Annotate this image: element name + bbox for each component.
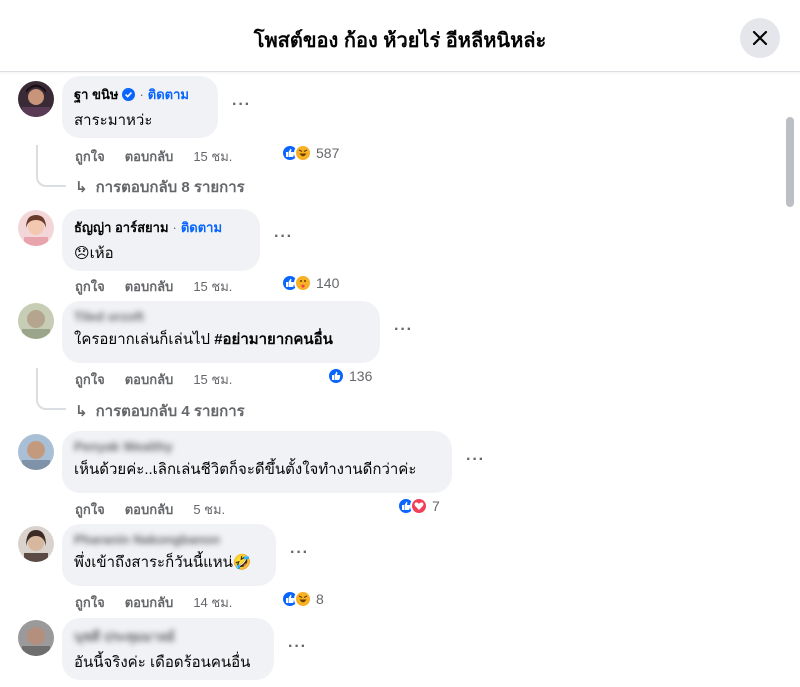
like-button[interactable]: ถูกใจ: [75, 276, 105, 297]
close-icon: [752, 30, 768, 46]
timestamp[interactable]: 15 ชม.: [193, 369, 232, 390]
reaction-summary[interactable]: 587: [281, 144, 339, 162]
reaction-summary[interactable]: 136: [327, 367, 372, 385]
reply-button[interactable]: ตอบกลับ: [125, 499, 174, 520]
haha-reaction-icon: [294, 590, 312, 608]
reply-button[interactable]: ตอบกลับ: [125, 146, 174, 167]
like-button[interactable]: ถูกใจ: [75, 369, 105, 390]
scrollbar-thumb[interactable]: [786, 117, 794, 207]
comment-bubble: ธัญญ่า อาร์สยาม · ติดตาม 😞เห้อ: [62, 209, 260, 271]
haha-reaction-icon: [294, 144, 312, 162]
avatar[interactable]: [18, 81, 54, 117]
verified-badge-icon: [122, 88, 136, 101]
reaction-count: 8: [316, 591, 324, 607]
avatar[interactable]: [18, 210, 54, 246]
timestamp[interactable]: 5 ชม.: [193, 499, 225, 520]
sad-emoji-icon: 😞: [74, 245, 90, 262]
comment-text: เห้อ: [89, 245, 114, 262]
more-options-button[interactable]: ···: [466, 451, 485, 469]
reaction-count: 587: [316, 145, 340, 161]
reply-arrow-icon: ↳: [75, 179, 88, 196]
timestamp[interactable]: 15 ชม.: [193, 276, 232, 297]
view-replies-button[interactable]: ↳ การตอบกลับ 4 รายการ: [75, 399, 245, 423]
view-replies-button[interactable]: ↳ การตอบกลับ 8 รายการ: [75, 175, 245, 199]
comment-bubble: Pharanin Nakongbanon พึ่งเข้าถึงสาระก็วั…: [62, 524, 276, 586]
more-options-button[interactable]: ···: [232, 96, 251, 114]
avatar[interactable]: [18, 620, 54, 656]
more-options-button[interactable]: ···: [288, 638, 307, 656]
commenter-name[interactable]: ฐา ขนิษ: [74, 84, 118, 105]
avatar[interactable]: [18, 303, 54, 339]
commenter-name[interactable]: Tiled orzoft: [74, 309, 144, 324]
close-button[interactable]: [740, 18, 780, 58]
hashtag-link[interactable]: #อย่ามายากคนอื่น: [214, 331, 333, 348]
more-options-button[interactable]: ···: [274, 228, 293, 246]
avatar[interactable]: [18, 434, 54, 470]
follow-link[interactable]: ติดตาม: [148, 84, 189, 105]
avatar[interactable]: [18, 526, 54, 562]
timestamp[interactable]: 14 ชม.: [193, 592, 232, 613]
reaction-count: 140: [316, 275, 340, 291]
reply-button[interactable]: ตอบกลับ: [125, 369, 174, 390]
more-options-button[interactable]: ···: [290, 544, 309, 562]
commenter-name[interactable]: Pharanin Nakongbanon: [74, 532, 220, 547]
reply-thread-line: [36, 145, 66, 187]
commenter-name[interactable]: นุชดี ประทุมมาลย์: [74, 626, 175, 647]
comment-text: อันนี้จริงค่ะ เดือดร้อนคนอื่น: [74, 654, 251, 671]
love-reaction-icon: [410, 497, 428, 515]
comment-text: เห็นด้วยค่ะ..เลิกเล่นชีวิตก็จะดีขึ้นตั้ง…: [74, 461, 417, 478]
reaction-summary[interactable]: 7: [397, 497, 440, 515]
timestamp[interactable]: 15 ชม.: [193, 146, 232, 167]
reply-button[interactable]: ตอบกลับ: [125, 592, 174, 613]
commenter-name[interactable]: ธัญญ่า อาร์สยาม: [74, 217, 169, 238]
reaction-summary[interactable]: 8: [281, 590, 324, 608]
view-replies-label: การตอบกลับ 8 รายการ: [95, 179, 245, 196]
reaction-count: 7: [432, 498, 440, 514]
reply-button[interactable]: ตอบกลับ: [125, 276, 174, 297]
comment-text: พึ่งเข้าถึงสาระก็วันนี้แหน่🤣: [74, 554, 252, 571]
reply-arrow-icon: ↳: [75, 403, 88, 420]
comment-text: สาระมาหว่ะ: [74, 112, 153, 129]
view-replies-label: การตอบกลับ 4 รายการ: [95, 403, 245, 420]
comments-list[interactable]: ฐา ขนิษ · ติดตาม สาระมาหว่ะ ··· ถูกใจ ตอ…: [0, 73, 800, 687]
reaction-count: 136: [349, 368, 373, 384]
reply-thread-line: [36, 368, 66, 410]
comment-bubble: นุชดี ประทุมมาลย์ อันนี้จริงค่ะ เดือดร้อ…: [62, 618, 274, 680]
like-reaction-icon: [327, 367, 345, 385]
commenter-name[interactable]: Penyak Wealthy: [74, 439, 173, 454]
dialog-header: โพสต์ของ ก้อง ห้วยไร่ อีหลีหนิหล่ะ: [0, 0, 800, 72]
comment-bubble: Penyak Wealthy เห็นด้วยค่ะ..เลิกเล่นชีวิ…: [62, 431, 452, 493]
like-button[interactable]: ถูกใจ: [75, 146, 105, 167]
care-reaction-icon: [294, 274, 312, 292]
dialog-title: โพสต์ของ ก้อง ห้วยไร่ อีหลีหนิหล่ะ: [253, 30, 547, 52]
like-button[interactable]: ถูกใจ: [75, 592, 105, 613]
follow-link[interactable]: ติดตาม: [181, 217, 222, 238]
comment-bubble: ฐา ขนิษ · ติดตาม สาระมาหว่ะ: [62, 76, 218, 138]
reaction-summary[interactable]: 140: [281, 274, 339, 292]
like-button[interactable]: ถูกใจ: [75, 499, 105, 520]
more-options-button[interactable]: ···: [394, 321, 413, 339]
comment-text: ใครอยากเล่นก็เล่นไป: [74, 331, 215, 348]
comment-bubble: Tiled orzoft ใครอยากเล่นก็เล่นไป #อย่ามา…: [62, 301, 380, 363]
